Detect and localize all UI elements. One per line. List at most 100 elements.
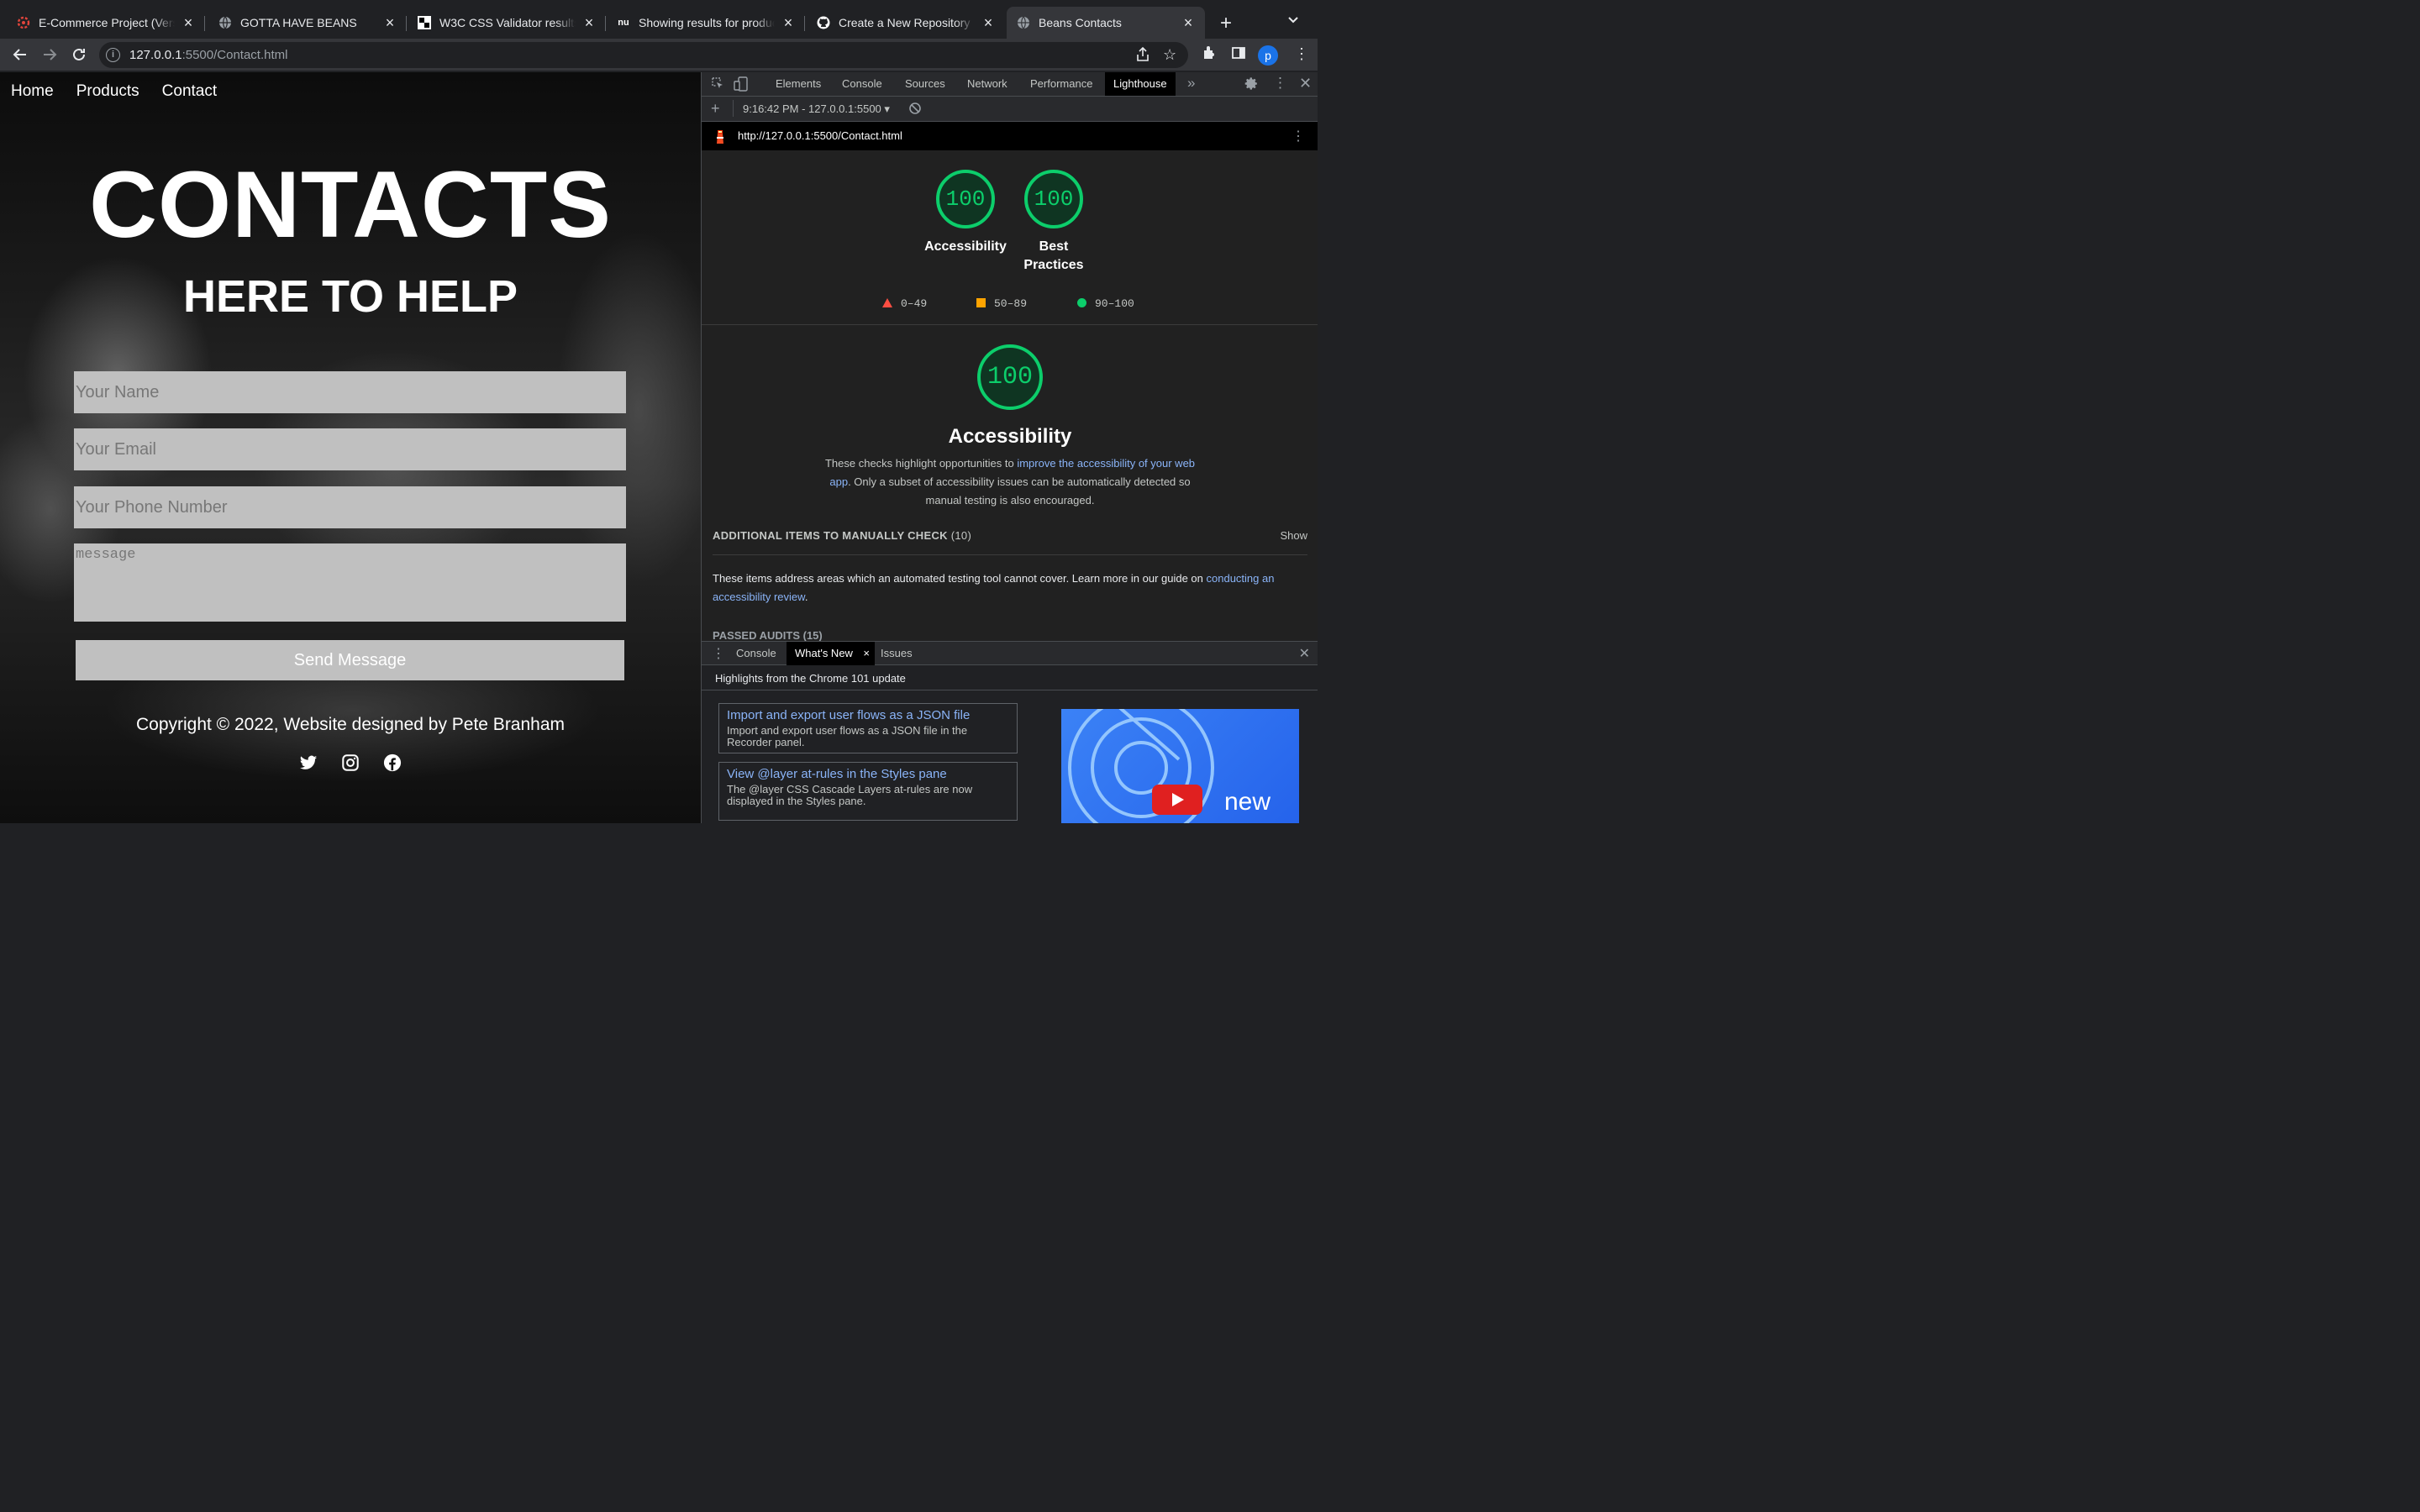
send-message-button[interactable]: Send Message [76, 640, 624, 680]
tab-title: Showing results for product [639, 16, 775, 29]
close-icon[interactable]: × [981, 14, 995, 32]
feature-card-description: The @layer CSS Cascade Layers at-rules a… [727, 783, 973, 807]
page-subtitle: HERE TO HELP [182, 271, 518, 322]
reload-icon[interactable] [69, 45, 89, 65]
drawer-tab-bar: ⋮ Console What's New × Issues ✕ [702, 641, 1318, 665]
drawer-tab-whats-new[interactable]: What's New × [786, 642, 875, 665]
twitter-icon[interactable] [299, 753, 318, 772]
close-icon[interactable]: ✕ [1299, 645, 1310, 662]
email-field[interactable] [74, 428, 626, 470]
close-icon[interactable]: × [582, 14, 596, 32]
drawer-tab-label: What's New [795, 647, 853, 659]
manual-check-description: These items address areas which an autom… [713, 570, 1301, 606]
browser-tab-active[interactable]: Beans Contacts × [1007, 7, 1205, 39]
drawer-tab-issues[interactable]: Issues [872, 642, 921, 665]
label-line-2: Practices [1023, 258, 1084, 272]
whats-new-header: Highlights from the Chrome 101 update [702, 665, 1318, 690]
inspect-element-icon[interactable] [711, 76, 724, 94]
tab-title: GOTTA HAVE BEANS [240, 16, 357, 29]
side-panel-icon[interactable] [1231, 45, 1246, 65]
chevron-down-icon[interactable] [1287, 13, 1299, 27]
gear-icon[interactable] [1244, 76, 1259, 95]
tab-console[interactable]: Console [834, 72, 891, 96]
drawer-tab-console[interactable]: Console [728, 642, 785, 665]
tab-title: Create a New Repository [839, 16, 971, 29]
menu-kebab-icon[interactable]: ⋮ [712, 645, 725, 662]
plus-icon[interactable]: + [711, 100, 720, 118]
close-icon[interactable]: × [182, 14, 195, 32]
nav-link-home[interactable]: Home [11, 82, 54, 101]
info-icon[interactable]: i [106, 48, 120, 62]
feature-card[interactable]: View @layer at-rules in the Styles pane … [718, 762, 1018, 821]
lighthouse-report: 100 Accessibility 100 Best Practices 0–49… [702, 150, 1318, 641]
whats-new-panel: Highlights from the Chrome 101 update Im… [702, 665, 1318, 823]
nav-link-products[interactable]: Products [76, 82, 139, 101]
devtools-panel: Elements Console Sources Network Perform… [701, 72, 1318, 823]
category-description: These checks highlight opportunities to … [819, 454, 1201, 510]
circle-icon [1077, 298, 1086, 307]
feature-card-title[interactable]: View @layer at-rules in the Styles pane [727, 767, 1009, 782]
manual-check-heading[interactable]: ADDITIONAL ITEMS TO MANUALLY CHECK (10) [713, 529, 971, 542]
browser-tab[interactable]: Create a New Repository × [807, 7, 1005, 39]
play-button-icon[interactable] [1152, 785, 1202, 815]
passed-audits-heading[interactable]: PASSED AUDITS (15) [713, 629, 823, 641]
close-icon[interactable]: × [863, 642, 870, 665]
forward-arrow-icon[interactable] [39, 45, 60, 65]
browser-tab[interactable]: E-Commerce Project (Versi × [7, 7, 205, 39]
browser-tab[interactable]: nu Showing results for product × [607, 7, 805, 39]
name-field[interactable] [74, 371, 626, 413]
instagram-icon[interactable] [341, 753, 360, 772]
new-tab-button[interactable]: + [1214, 12, 1238, 35]
globe-icon [1017, 16, 1030, 29]
facebook-icon[interactable] [383, 753, 402, 772]
whats-new-heading: Highlights from the Chrome 101 update [715, 672, 906, 685]
device-toolbar-icon[interactable] [734, 76, 749, 96]
close-icon[interactable]: × [383, 14, 397, 32]
close-icon[interactable]: ✕ [1299, 75, 1312, 92]
browser-toolbar: i 127.0.0.1:5500/Contact.html ☆ p ⋮ [0, 39, 1318, 71]
menu-kebab-icon[interactable]: ⋮ [1292, 128, 1305, 144]
tab-lighthouse[interactable]: Lighthouse [1105, 72, 1176, 96]
report-url: http://127.0.0.1:5500/Contact.html [738, 129, 902, 142]
feature-card-title[interactable]: Import and export user flows as a JSON f… [727, 708, 1009, 723]
message-field[interactable] [74, 543, 626, 622]
site-nav: Home Products Contact [11, 82, 217, 101]
tab-network[interactable]: Network [959, 72, 1016, 96]
video-thumbnail[interactable]: new [1061, 709, 1299, 823]
label-line-1: Best [1039, 239, 1069, 254]
guide-text: . [804, 591, 808, 603]
url-host: 127.0.0.1 [129, 48, 182, 62]
tab-elements[interactable]: Elements [767, 72, 829, 96]
menu-kebab-icon[interactable]: ⋮ [1294, 45, 1309, 63]
feature-card[interactable]: Import and export user flows as a JSON f… [718, 703, 1018, 753]
tab-performance[interactable]: Performance [1022, 72, 1101, 96]
profile-avatar[interactable]: p [1258, 45, 1278, 66]
legend-average-label: 50–89 [994, 297, 1028, 310]
accessibility-score-gauge[interactable]: 100 [936, 170, 995, 228]
phone-field[interactable] [74, 486, 626, 528]
screen: E-Commerce Project (Versi × GOTTA HAVE B… [0, 0, 1318, 823]
nav-link-contact[interactable]: Contact [162, 82, 217, 101]
best-practices-score-gauge[interactable]: 100 [1024, 170, 1083, 228]
report-selector[interactable]: 9:16:42 PM - 127.0.0.1:5500 ▾ [743, 102, 890, 116]
more-tabs-icon[interactable]: » [1187, 75, 1195, 92]
clear-icon[interactable] [908, 102, 922, 119]
browser-tab[interactable]: W3C CSS Validator results × [408, 7, 606, 39]
video-caption: new [1224, 788, 1271, 816]
feature-card-description: Import and export user flows as a JSON f… [727, 724, 968, 748]
address-bar[interactable]: i 127.0.0.1:5500/Contact.html ☆ [99, 42, 1188, 68]
tab-sources[interactable]: Sources [897, 72, 954, 96]
menu-kebab-icon[interactable]: ⋮ [1273, 75, 1287, 92]
bookmark-star-icon[interactable]: ☆ [1163, 46, 1176, 64]
show-button[interactable]: Show [1280, 529, 1307, 542]
close-icon[interactable]: × [781, 14, 795, 32]
extensions-icon[interactable] [1202, 45, 1217, 65]
share-icon[interactable] [1136, 46, 1150, 66]
copyright-text: Copyright © 2022, Website designed by Pe… [135, 715, 566, 734]
back-arrow-icon[interactable] [10, 45, 30, 65]
divider [702, 324, 1318, 325]
browser-tab[interactable]: GOTTA HAVE BEANS × [208, 7, 407, 39]
close-icon[interactable]: × [1181, 14, 1195, 32]
tab-title: Beans Contacts [1039, 16, 1122, 29]
triangle-icon [882, 298, 892, 307]
